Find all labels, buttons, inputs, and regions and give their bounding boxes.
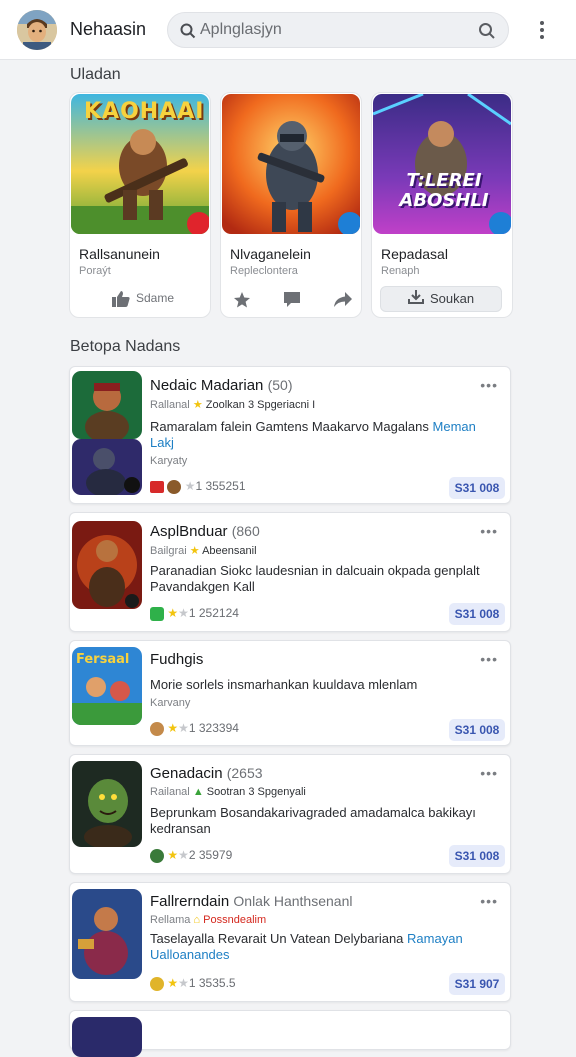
svg-text:Fersaal: Fersaal [76, 652, 129, 667]
featured-sub: Poraýt [79, 265, 111, 277]
featured-card[interactable]: KAOHAAI Rallsanunein Poraýt Sdame [69, 92, 211, 318]
list-section-title: Betopa Nadans [70, 338, 181, 355]
top-bar: Nehaasin [0, 0, 576, 60]
item-category: Karvany [150, 697, 191, 709]
game-thumbnail [72, 889, 142, 979]
game-thumbnail [72, 371, 142, 439]
game-thumbnail [72, 761, 142, 847]
item-description: Beprunkam Bosandakarivagraded amadamalca… [150, 805, 476, 836]
item-meta: Rellama ⌂ Possndealim [150, 914, 267, 926]
game-thumbnail [72, 1017, 142, 1057]
list-item[interactable]: Fersaal Fudhgis Morie sorlels insmarhank… [69, 640, 511, 746]
featured-name: Repadasal [381, 246, 448, 262]
download-icon [407, 288, 424, 312]
item-meta: Rallanal ★ Zoolkan 3 Spgeriacni I [150, 399, 316, 411]
item-stats: ★★1 252124 [150, 606, 239, 621]
item-title: AsplBnduar (860 [150, 523, 260, 540]
more-options-icon[interactable]: ••• [480, 377, 498, 393]
price-badge[interactable]: S31 008 [449, 477, 505, 499]
share-icon[interactable] [333, 291, 353, 312]
more-options-icon[interactable]: ••• [480, 523, 498, 539]
item-title: Genadacin (2653 [150, 765, 263, 782]
featured-card[interactable]: Nlvaganelein Repleclontera [220, 92, 362, 318]
price-badge[interactable]: S31 907 [449, 973, 505, 995]
featured-actions: Sdame [70, 285, 210, 315]
app-title: Nehaasin [70, 19, 147, 39]
game-logo-text: T:LEREI ABOSHLI [399, 170, 489, 211]
search-bar[interactable] [167, 12, 509, 48]
game-thumbnail [72, 439, 142, 495]
price-badge[interactable]: S31 008 [449, 845, 505, 867]
item-description: Morie sorlels insmarhankan kuuldava mlen… [150, 677, 418, 692]
item-meta: Bailgrai ★ Abeensanil [150, 545, 257, 557]
list-item[interactable] [69, 1010, 511, 1057]
featured-actions [221, 285, 361, 315]
item-stats: ★1 355251 [150, 479, 246, 494]
search-input[interactable] [200, 13, 460, 47]
list-item[interactable]: Fallrerndain Onlak Hanthsenanl Rellama ⌂… [69, 882, 511, 1002]
item-description: Ramaralam falein Gamtens Maakarvo Magala… [150, 419, 476, 450]
download-button[interactable]: Soukan [380, 286, 502, 312]
featured-card[interactable]: T:LEREI ABOSHLI Repadasal Renaph Soukan [371, 92, 513, 318]
item-meta: Railanal ▲ Sootran 3 Spgenyali [150, 786, 306, 798]
featured-name: Rallsanunein [79, 246, 160, 262]
game-artwork [373, 94, 511, 234]
featured-sub: Repleclontera [230, 265, 298, 277]
game-logo-text: KAOHAAI [84, 99, 205, 124]
user-avatar-small [150, 721, 164, 736]
search-submit-icon[interactable] [478, 22, 496, 45]
item-title: Nedaic Madarian (50) [150, 377, 293, 394]
search-icon [180, 23, 196, 44]
user-avatar-small [167, 479, 182, 494]
list-item[interactable]: Genadacin (2653 Railanal ▲ Sootran 3 Spg… [69, 754, 511, 874]
list-item[interactable]: AsplBnduar (860 Bailgrai ★ Abeensanil Pa… [69, 512, 511, 632]
game-artwork [222, 94, 360, 234]
comment-icon[interactable] [283, 291, 301, 312]
featured-actions: Soukan [372, 285, 512, 315]
item-category: Karyaty [150, 455, 188, 467]
price-badge[interactable]: S31 008 [449, 603, 505, 625]
item-stats: ★★1 323394 [150, 721, 239, 736]
more-options-icon[interactable]: ••• [480, 893, 498, 909]
item-description: Taselayalla Revarait Un Vatean Delybaria… [150, 931, 463, 962]
item-description: Paranadian Siokc laudesnian in dalcuain … [150, 563, 480, 594]
thumbs-up-icon[interactable] [112, 291, 130, 310]
item-title: Fallrerndain Onlak Hanthsenanl [150, 893, 353, 910]
featured-section-title: Uladan [70, 66, 121, 83]
star-icon[interactable] [233, 291, 251, 312]
featured-sub: Renaph [381, 265, 420, 277]
user-avatar-small [150, 976, 164, 991]
game-thumbnail [72, 521, 142, 609]
game-thumbnail: Fersaal [72, 647, 142, 725]
publisher-icon [150, 606, 164, 621]
featured-name: Nlvaganelein [230, 246, 311, 262]
more-options-icon[interactable]: ••• [480, 651, 498, 667]
list-item[interactable]: Nedaic Madarian (50) Rallanal ★ Zoolkan … [69, 366, 511, 504]
user-avatar[interactable] [17, 10, 57, 50]
more-options-icon[interactable]: ••• [480, 765, 498, 781]
price-badge[interactable]: S31 008 [449, 719, 505, 741]
publisher-icon [150, 480, 164, 493]
featured-action-label[interactable]: Sdame [136, 291, 174, 305]
item-stats: ★★1 3535.5 [150, 976, 236, 991]
download-label: Soukan [429, 291, 475, 306]
item-title: Fudhgis [150, 651, 204, 668]
item-stats: ★★2 35979 [150, 848, 232, 863]
more-menu-icon[interactable] [532, 18, 552, 42]
user-avatar-small [150, 848, 164, 863]
